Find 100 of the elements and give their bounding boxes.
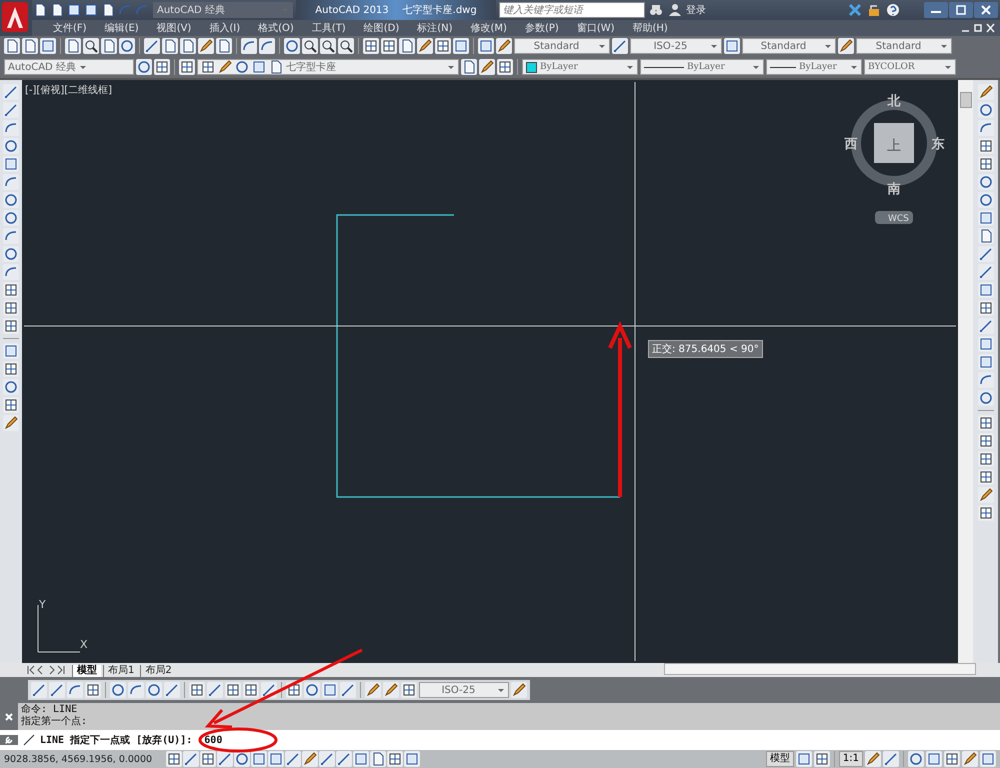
menu-item[interactable]: 帮助(H) xyxy=(624,21,677,35)
grid-icon[interactable] xyxy=(3,282,19,298)
circle-icon[interactable] xyxy=(978,390,994,406)
menu-item[interactable]: 文件(F) xyxy=(44,21,96,35)
wrench-icon[interactable] xyxy=(4,735,14,745)
caret-icon[interactable] xyxy=(940,42,948,50)
circle-icon[interactable] xyxy=(235,60,249,74)
line-icon[interactable] xyxy=(144,38,160,54)
grid-icon[interactable] xyxy=(978,451,994,467)
square-icon[interactable] xyxy=(478,38,494,54)
arc-icon[interactable] xyxy=(3,228,19,244)
line-icon[interactable] xyxy=(612,38,628,54)
model-space-button[interactable]: 模型 xyxy=(766,751,794,767)
arc-icon[interactable] xyxy=(67,682,83,698)
circle-icon[interactable] xyxy=(304,682,320,698)
arc-icon[interactable] xyxy=(978,372,994,388)
dimension-style-dropdown[interactable]: ISO-25 xyxy=(419,682,509,698)
document-icon[interactable] xyxy=(4,38,20,54)
circle-icon[interactable] xyxy=(978,174,994,190)
linetype-dropdown[interactable]: ByLayer xyxy=(640,59,764,75)
grid-icon[interactable] xyxy=(3,361,19,377)
pencil-icon[interactable] xyxy=(496,38,512,54)
square-icon[interactable] xyxy=(353,751,369,767)
close-icon[interactable] xyxy=(4,712,14,722)
style-dropdown[interactable]: Standard xyxy=(742,38,836,54)
grid-icon[interactable] xyxy=(978,138,994,154)
document-icon[interactable] xyxy=(22,38,38,54)
north-label[interactable]: 北 xyxy=(888,94,900,109)
circle-icon[interactable] xyxy=(119,38,135,54)
line-icon[interactable] xyxy=(336,751,352,767)
sign-in-link[interactable]: 登录 xyxy=(686,3,706,17)
caret-icon[interactable] xyxy=(78,63,87,71)
pencil-icon[interactable] xyxy=(978,487,994,503)
circle-icon[interactable] xyxy=(3,379,19,395)
line-icon[interactable] xyxy=(207,682,223,698)
layout-tab[interactable]: 模型 xyxy=(72,665,101,677)
grid-icon[interactable] xyxy=(200,751,216,767)
square-icon[interactable] xyxy=(926,751,942,767)
magnifier-icon[interactable] xyxy=(320,38,336,54)
document-icon[interactable] xyxy=(399,38,415,54)
square-icon[interactable] xyxy=(724,38,740,54)
grid-icon[interactable] xyxy=(85,682,101,698)
line-icon[interactable] xyxy=(217,751,233,767)
arc-icon[interactable] xyxy=(3,264,19,280)
square-icon[interactable] xyxy=(83,2,99,18)
pencil-icon[interactable] xyxy=(962,751,978,767)
workspace-dropdown[interactable]: AutoCAD 经典 xyxy=(4,59,134,75)
arc-icon[interactable] xyxy=(128,682,144,698)
pencil-icon[interactable] xyxy=(511,682,527,698)
document-icon[interactable] xyxy=(269,60,283,74)
grid-icon[interactable] xyxy=(179,59,195,75)
caret-icon[interactable] xyxy=(497,686,505,694)
line-icon[interactable] xyxy=(183,751,199,767)
grid-icon[interactable] xyxy=(814,751,830,767)
vertical-scrollbar[interactable] xyxy=(958,80,973,663)
grid-icon[interactable] xyxy=(497,59,513,75)
grid-icon[interactable] xyxy=(978,415,994,431)
close-button[interactable] xyxy=(974,2,998,18)
document-window-controls-icon[interactable] xyxy=(960,22,996,34)
grid-icon[interactable] xyxy=(978,469,994,485)
color-dropdown[interactable]: ByLayer xyxy=(522,59,638,75)
square-icon[interactable] xyxy=(322,682,338,698)
arc-icon[interactable] xyxy=(241,38,257,54)
grid-icon[interactable] xyxy=(225,682,241,698)
square-icon[interactable] xyxy=(3,156,19,172)
maximize-button[interactable] xyxy=(949,2,973,18)
pencil-icon[interactable] xyxy=(838,38,854,54)
app-logo-icon[interactable] xyxy=(0,0,32,36)
magnifier-icon[interactable] xyxy=(338,38,354,54)
grid-icon[interactable] xyxy=(381,38,397,54)
menu-item[interactable]: 窗口(W) xyxy=(568,21,624,35)
document-icon[interactable] xyxy=(978,228,994,244)
south-label[interactable]: 南 xyxy=(888,182,900,197)
viewport-label[interactable]: [-][俯视][二维线框] xyxy=(25,83,112,97)
circle-icon[interactable] xyxy=(146,682,162,698)
square-icon[interactable] xyxy=(268,751,284,767)
pencil-icon[interactable] xyxy=(865,751,881,767)
layer-dropdown[interactable]: 七字型卡座 xyxy=(197,59,459,75)
grid-icon[interactable] xyxy=(978,433,994,449)
exchange-icon[interactable] xyxy=(847,2,863,18)
caret-icon[interactable] xyxy=(447,63,455,71)
circle-icon[interactable] xyxy=(908,751,924,767)
style-dropdown[interactable]: Standard xyxy=(856,38,952,54)
pencil-icon[interactable] xyxy=(3,415,19,431)
plot-style-dropdown[interactable]: BYCOLOR xyxy=(864,59,956,75)
grid-icon[interactable] xyxy=(3,300,19,316)
pencil-icon[interactable] xyxy=(417,38,433,54)
square-icon[interactable] xyxy=(251,751,267,767)
square-icon[interactable] xyxy=(404,751,420,767)
menu-item[interactable]: 工具(T) xyxy=(302,21,355,35)
grid-icon[interactable] xyxy=(154,59,170,75)
pencil-icon[interactable] xyxy=(365,682,381,698)
square-icon[interactable] xyxy=(978,210,994,226)
document-icon[interactable] xyxy=(162,38,178,54)
grid-icon[interactable] xyxy=(166,751,182,767)
square-icon[interactable] xyxy=(978,336,994,352)
lineweight-dropdown[interactable]: ByLayer xyxy=(766,59,862,75)
grid-icon[interactable] xyxy=(243,682,259,698)
ucs-menu-button[interactable] xyxy=(875,211,913,224)
square-icon[interactable] xyxy=(980,751,996,767)
